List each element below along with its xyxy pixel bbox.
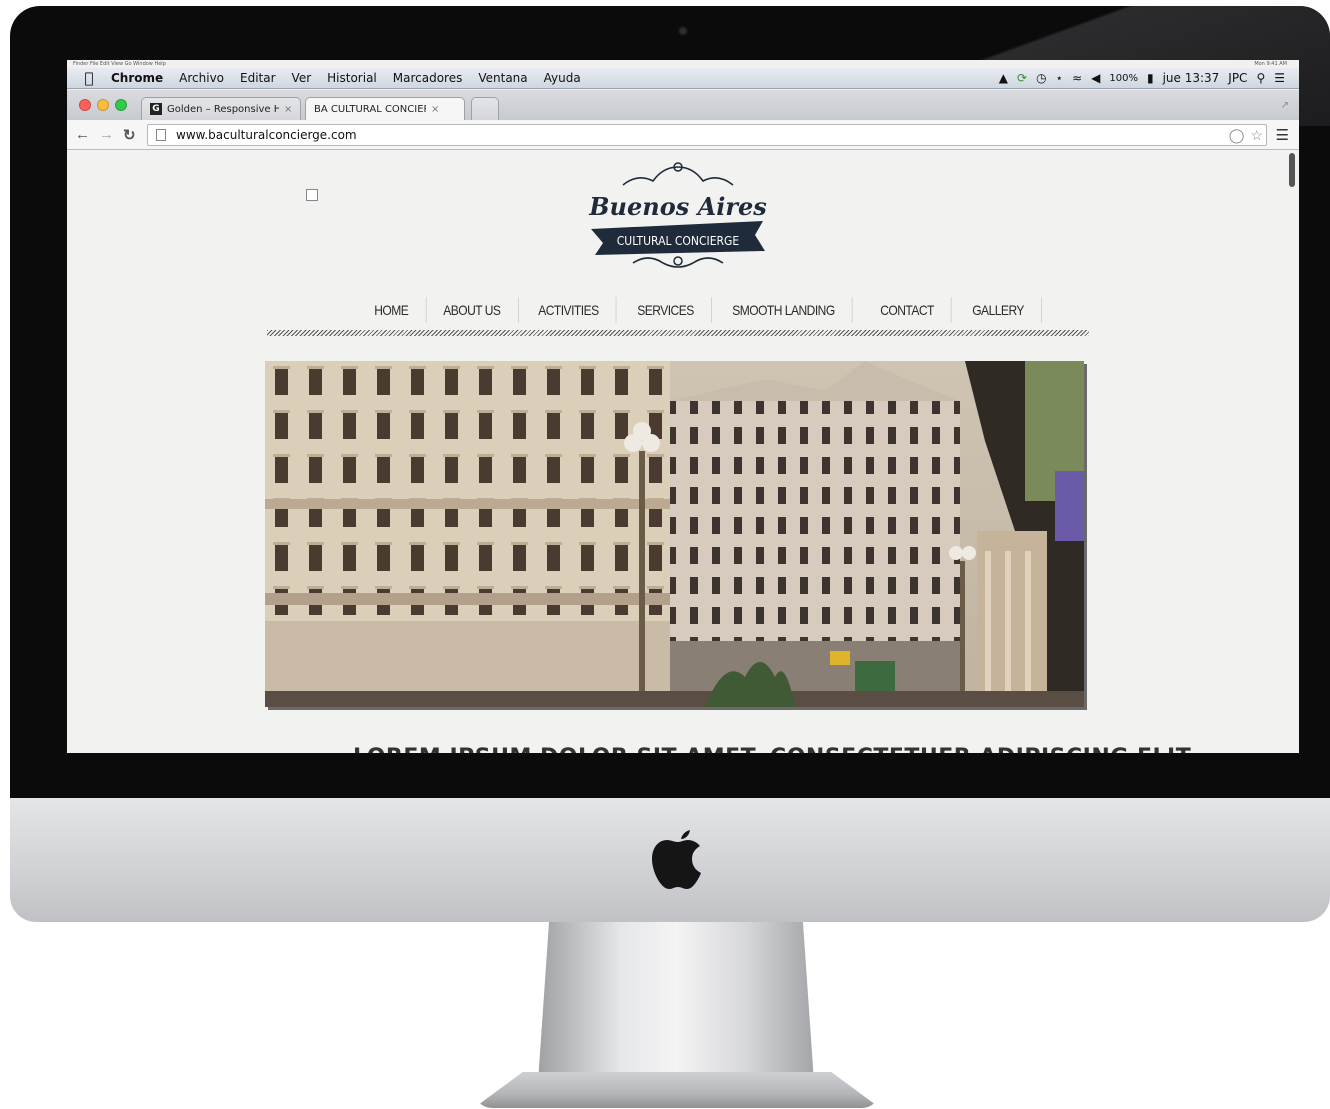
apple-menu-icon[interactable]: : [75, 69, 103, 87]
close-tab-icon[interactable]: ×: [431, 104, 439, 115]
sync-icon[interactable]: ⟳: [1017, 71, 1027, 85]
address-bar[interactable]: www.baculturalconcierge.com: [147, 124, 1267, 146]
nav-divider: [267, 330, 1089, 336]
page-scrollbar[interactable]: [1289, 153, 1295, 187]
bookmark-star-icon[interactable]: ☆: [1250, 127, 1263, 144]
screen: Finder File Edit View Go Window Help Mon…: [67, 60, 1299, 753]
new-tab-button[interactable]: [471, 97, 499, 120]
camera-icon: [678, 26, 688, 36]
nav-home[interactable]: HOME: [357, 297, 427, 323]
nav-services[interactable]: SERVICES: [620, 297, 713, 323]
imac-stand-base: [474, 1072, 880, 1108]
user-name[interactable]: JPC: [1228, 71, 1247, 85]
tab-favicon: G: [150, 103, 162, 115]
tab-golden[interactable]: G Golden – Responsive HTML ×: [141, 97, 301, 120]
chrome-menu-icon[interactable]: ☰: [1276, 126, 1289, 144]
window-controls: [79, 99, 127, 111]
google-drive-icon[interactable]: ▲: [999, 71, 1008, 85]
menubar-tray: ▲ ⟳ ◷ ⋆ ≈ ◀ 100% ▮ jue 13:37 JPC ⚲ ☰: [999, 71, 1299, 85]
fullscreen-icon[interactable]: ↗: [1281, 100, 1289, 111]
nav-about-us[interactable]: ABOUT US: [426, 297, 519, 323]
mac-menubar:  Chrome Archivo Editar Ver Historial Ma…: [67, 68, 1299, 89]
browser-tabstrip: G Golden – Responsive HTML × BA CULTURAL…: [67, 90, 1299, 201]
zoom-window-button[interactable]: [115, 99, 127, 111]
menu-archivo[interactable]: Archivo: [171, 71, 232, 85]
nav-gallery[interactable]: GALLERY: [955, 297, 1042, 323]
forward-arrow-icon[interactable]: →: [99, 126, 114, 143]
notification-list-icon[interactable]: ☰: [1274, 71, 1285, 85]
menu-historial[interactable]: Historial: [319, 71, 385, 85]
tab-title: Golden – Responsive HTML: [167, 103, 279, 115]
apple-logo-icon: [652, 830, 701, 889]
page-icon: [156, 129, 166, 141]
shield-icon[interactable]: ◯: [1229, 127, 1245, 144]
battery-percent: 100%: [1109, 72, 1138, 84]
page-icon: [306, 189, 318, 201]
url-text[interactable]: www.baculturalconcierge.com: [176, 128, 357, 142]
tab-ba-cultural-concierge[interactable]: BA CULTURAL CONCIERGE ×: [305, 97, 465, 201]
battery-icon[interactable]: ▮: [1147, 71, 1154, 85]
clock[interactable]: jue 13:37: [1163, 71, 1220, 85]
web-page: Buenos Aires CULTURAL CONCIERGE HOME ABO…: [67, 151, 1299, 753]
wifi-icon[interactable]: ≈: [1072, 71, 1082, 85]
time-machine-icon[interactable]: ◷: [1036, 71, 1046, 85]
minimize-window-button[interactable]: [97, 99, 109, 111]
logo-top-text: Buenos Aires: [588, 192, 767, 221]
nav-smooth-landing[interactable]: SMOOTH LANDING: [715, 297, 853, 323]
reload-icon[interactable]: ↻: [123, 126, 136, 144]
ghost-menubar-right: Mon 9:41 AM: [1254, 61, 1287, 67]
menu-ver[interactable]: Ver: [284, 71, 320, 85]
main-nav: HOME ABOUT US ACTIVITIES SERVICES SMOOTH…: [357, 297, 1044, 323]
close-window-button[interactable]: [79, 99, 91, 111]
section-heading: LOREM IPSUM DOLOR SIT AMET, CONSECTETUER…: [353, 745, 1191, 753]
ghost-menubar-left: Finder File Edit View Go Window Help: [73, 61, 166, 67]
hero-photo: [265, 361, 1084, 707]
close-tab-icon[interactable]: ×: [284, 104, 292, 115]
menu-editar[interactable]: Editar: [232, 71, 284, 85]
menu-marcadores[interactable]: Marcadores: [385, 71, 471, 85]
logo-banner-text: CULTURAL CONCIERGE: [617, 234, 740, 248]
tab-title: BA CULTURAL CONCIERGE: [314, 103, 426, 115]
bluetooth-icon[interactable]: ⋆: [1056, 71, 1064, 85]
back-arrow-icon[interactable]: ←: [75, 126, 90, 143]
menu-ayuda[interactable]: Ayuda: [536, 71, 589, 85]
spotlight-search-icon[interactable]: ⚲: [1256, 71, 1265, 85]
nav-contact[interactable]: CONTACT: [863, 297, 953, 323]
browser-toolbar: ← → ↻ www.baculturalconcierge.com ◯ ☆ ☰: [67, 120, 1299, 150]
site-logo[interactable]: Buenos Aires CULTURAL CONCIERGE: [583, 157, 773, 277]
imac-stand: [538, 922, 814, 1082]
hero-image-buildings: [265, 361, 1084, 707]
volume-icon[interactable]: ◀: [1091, 71, 1100, 85]
omnibox-actions: ◯ ☆: [1229, 127, 1263, 144]
menu-ventana[interactable]: Ventana: [470, 71, 535, 85]
menu-app-chrome[interactable]: Chrome: [103, 71, 171, 85]
nav-activities[interactable]: ACTIVITIES: [521, 297, 617, 323]
